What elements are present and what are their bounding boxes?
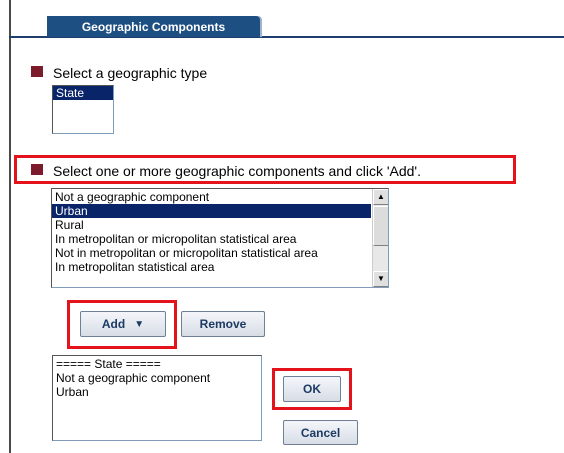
selected-component-item[interactable]: Urban: [53, 385, 261, 399]
geographic-type-listbox[interactable]: State: [52, 85, 114, 134]
cancel-button[interactable]: Cancel: [283, 420, 358, 445]
section2-bullet-icon: [31, 164, 43, 175]
remove-button[interactable]: Remove: [181, 311, 265, 337]
add-button-label: Add: [101, 317, 126, 331]
remove-button-label: Remove: [199, 317, 247, 331]
geographic-type-option-state[interactable]: State: [53, 86, 113, 100]
cancel-button-label: Cancel: [300, 425, 341, 440]
geographic-components-listbox[interactable]: Not a geographic component Urban Rural In m…: [51, 188, 389, 288]
component-option[interactable]: In metropolitan statistical area: [52, 260, 371, 274]
scroll-thumb[interactable]: [373, 206, 388, 246]
component-option[interactable]: Urban: [52, 204, 371, 218]
add-button[interactable]: Add ▼: [80, 311, 166, 337]
dropdown-arrow-icon: ▼: [134, 318, 145, 330]
tab-geographic-components[interactable]: Geographic Components: [47, 16, 260, 37]
components-scrollbar[interactable]: ▲ ▼: [372, 189, 388, 287]
section2-label: Select one or more geographic components…: [53, 163, 421, 179]
scroll-up-icon[interactable]: ▲: [373, 189, 388, 205]
selected-components-listbox[interactable]: ===== State ===== Not a geographic compon…: [52, 355, 262, 441]
section1-bullet-icon: [31, 66, 43, 77]
left-border: [9, 0, 11, 453]
ok-button-label: OK: [303, 382, 321, 396]
component-option[interactable]: Not in metropolitan or micropolitan stat…: [52, 246, 371, 260]
component-option[interactable]: In metropolitan or micropolitan statisti…: [52, 232, 371, 246]
selected-component-item[interactable]: ===== State =====: [53, 357, 261, 371]
component-option[interactable]: Not a geographic component: [52, 190, 371, 204]
scroll-down-icon[interactable]: ▼: [373, 271, 388, 287]
tab-label: Geographic Components: [81, 19, 226, 34]
ok-button[interactable]: OK: [283, 376, 341, 402]
component-option[interactable]: Rural: [52, 218, 371, 232]
selected-component-item[interactable]: Not a geographic component: [53, 371, 261, 385]
section1-label: Select a geographic type: [53, 65, 208, 81]
